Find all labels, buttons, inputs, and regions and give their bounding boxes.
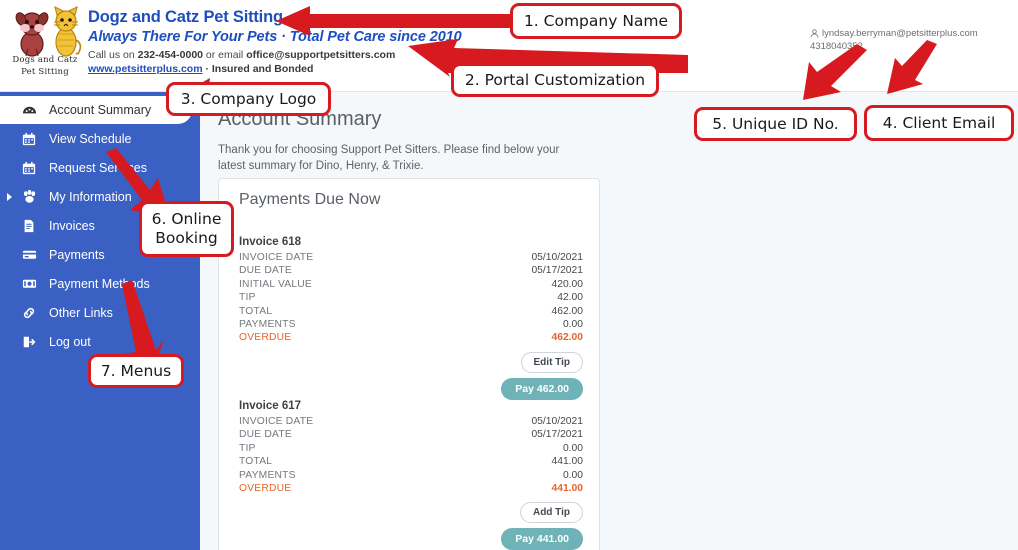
logout-icon [18,335,40,349]
row-key: INVOICE DATE [239,252,314,263]
row-value: 0.00 [562,442,583,454]
company-contact-line: Call us on 232-454-0000 or email office@… [88,48,395,62]
sidebar-item-account-summary[interactable]: Account Summary [0,96,192,124]
callout-online-booking: 6. Online Booking [139,201,234,257]
row-value: 42.00 [557,292,583,304]
company-email: office@supportpetsitters.com [246,49,396,61]
calendar-icon [18,132,40,146]
contact-prefix: Call us on [88,49,138,61]
row-key: PAYMENTS [239,469,296,481]
main-content: Account Summary Thank you for choosing S… [200,92,1018,550]
invoice-row: TOTAL 441.00 [239,455,583,468]
invoice-row-overdue: OVERDUE 441.00 [239,482,583,495]
invoice-heading: Invoice 618 [239,236,302,248]
row-value: 05/10/2021 [531,416,583,427]
row-value: 462.00 [551,305,584,317]
sidebar-item-label: Payments [49,247,105,262]
invoice-row: DUE DATE 05/17/2021 [239,428,583,441]
callout-company-logo: 3. Company Logo [166,82,331,116]
row-key: OVERDUE [239,483,292,495]
intro-text: Thank you for choosing Support Pet Sitte… [218,144,560,172]
invoice-heading: Invoice 617 [239,400,302,412]
row-key: TOTAL [239,456,273,468]
row-key: DUE DATE [239,429,292,441]
app-root: Dogs and Catz Pet Sitting Dogz and Catz … [0,0,1018,550]
sidebar-item-label: View Schedule [49,131,132,146]
row-key: PAYMENTS [239,319,296,331]
row-key: TIP [239,292,256,304]
banknote-icon [18,276,40,291]
callout-menus: 7. Menus [88,354,184,388]
pay-invoice-button[interactable]: Pay 441.00 [501,528,583,550]
sidebar-item-label: Invoices [49,218,95,233]
paw-icon [18,189,40,204]
card-title: Payments Due Now [239,191,381,208]
invoice-block: Invoice 617 INVOICE DATE 05/10/2021 DUE D… [239,400,583,550]
annotation-arrow-client-email [887,40,937,94]
invoice-row-overdue: OVERDUE 462.00 [239,331,583,344]
row-key: INITIAL VALUE [239,278,312,290]
row-value: 441.00 [551,483,584,495]
company-name: Dogz and Catz Pet Sitting [88,8,283,26]
row-value: 0.00 [562,319,583,331]
user-icon [810,29,819,38]
link-icon [18,306,40,320]
callout-portal-customization: 2. Portal Customization [451,63,659,97]
callout-client-email: 4. Client Email [864,105,1014,141]
invoice-row: INVOICE DATE 05/10/2021 [239,251,583,264]
payments-due-card: Payments Due Now Invoice 618 INVOICE DAT… [218,178,600,550]
pay-invoice-button[interactable]: Pay 462.00 [501,377,583,400]
invoice-row: TOTAL 462.00 [239,305,583,318]
invoice-row: PAYMENTS 0.00 [239,469,583,482]
invoice-row: INITIAL VALUE 420.00 [239,278,583,291]
row-key: DUE DATE [239,265,292,277]
row-value: 05/10/2021 [531,252,583,263]
row-value: 420.00 [551,278,584,290]
callout-company-name: 1. Company Name [510,3,682,39]
row-value: 441.00 [551,456,584,468]
sidebar-item-label: Account Summary [49,103,152,117]
invoice-block: Invoice 618 INVOICE DATE 05/10/2021 DUE D… [239,236,583,400]
row-key: OVERDUE [239,332,292,344]
credit-card-icon [18,247,40,262]
edit-tip-button[interactable]: Edit Tip [520,351,583,373]
document-icon [18,219,40,233]
contact-mid: or email [203,49,247,61]
row-key: INVOICE DATE [239,416,314,427]
row-value: 462.00 [551,332,584,344]
logo-caption: Dogs and Catz Pet Sitting [12,55,78,77]
client-email-text: lyndsay.berryman@petsitterplus.com [822,28,978,39]
invoice-row: DUE DATE 05/17/2021 [239,264,583,277]
invoice-row: TIP 0.00 [239,442,583,455]
client-email[interactable]: lyndsay.berryman@petsitterplus.com [810,28,1010,39]
company-phone: 232-454-0000 [137,49,203,61]
row-value: 05/17/2021 [531,429,583,441]
sidebar-item-label: Log out [49,334,91,349]
invoice-row: PAYMENTS 0.00 [239,318,583,331]
invoice-row: INVOICE DATE 05/10/2021 [239,415,583,428]
row-key: TIP [239,442,256,454]
invoice-row: TIP 42.00 [239,291,583,304]
row-value: 0.00 [562,469,583,481]
add-tip-button[interactable]: Add Tip [519,502,583,524]
dashboard-icon [18,103,40,118]
row-value: 05/17/2021 [531,265,583,277]
calendar-icon [18,161,40,175]
annotation-arrow-unique-id [803,44,867,100]
row-key: TOTAL [239,305,273,317]
company-logo: Dogs and Catz Pet Sitting [2,2,88,88]
chevron-right-icon[interactable] [7,193,12,201]
callout-unique-id-no: 5. Unique ID No. [694,107,857,141]
dog-and-cat-logo-icon [15,6,82,57]
